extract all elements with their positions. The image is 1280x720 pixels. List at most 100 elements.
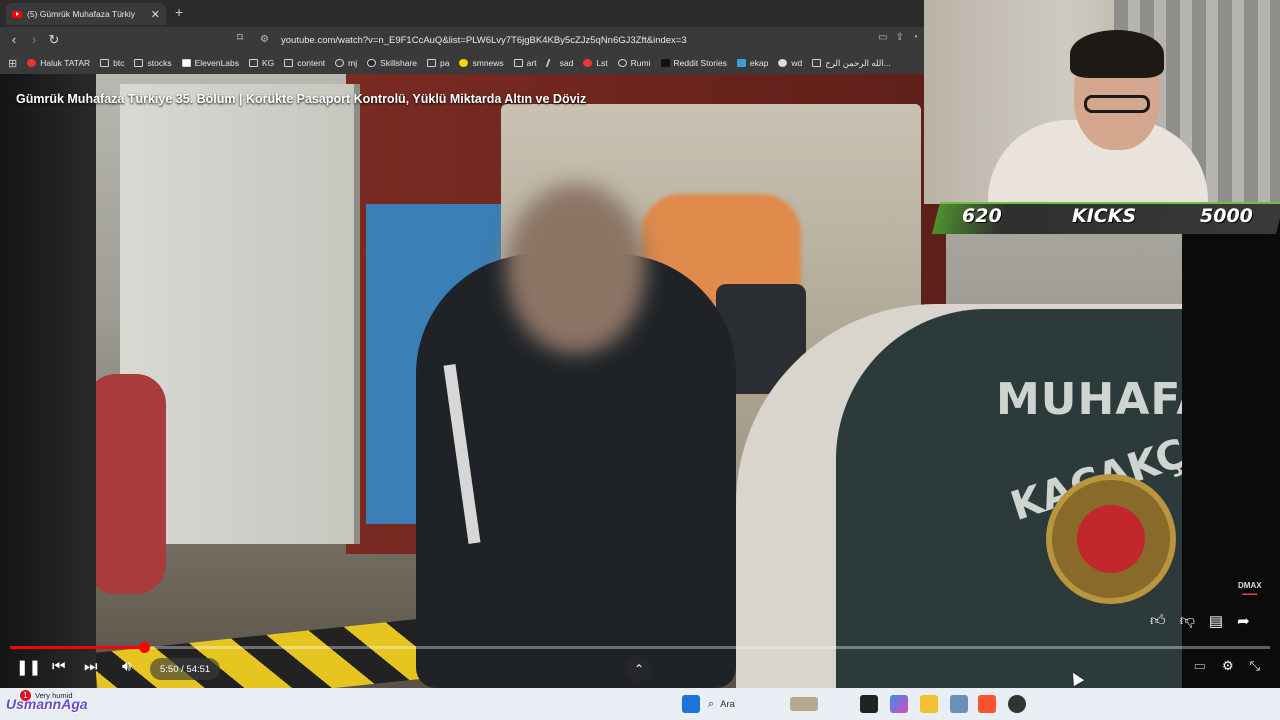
youtube-bookmark-icon <box>27 59 37 67</box>
scrubber-handle[interactable] <box>138 642 150 653</box>
bookmark-item[interactable]: content <box>284 58 325 68</box>
kicks-label: KICKS <box>1072 205 1137 227</box>
bookmark-item[interactable]: sad <box>545 58 573 68</box>
obs-icon[interactable] <box>1008 695 1026 713</box>
exit-fullscreen-icon[interactable]: ⤡ <box>1250 658 1260 674</box>
time-display: 5:50 / 54:51 <box>150 658 221 680</box>
file-explorer-icon[interactable] <box>920 695 938 713</box>
dislike-icon[interactable]: 👎︎ <box>1180 612 1195 630</box>
previous-icon[interactable]: ⏮︎ <box>52 658 66 675</box>
bookmark-item[interactable]: Skillshare <box>367 58 417 68</box>
bookmark-item[interactable]: KG <box>249 58 274 68</box>
username-overlay: UsmannAga <box>6 696 88 712</box>
bookmark-item[interactable]: Reddit Stories <box>660 58 727 68</box>
progress-bar[interactable] <box>10 642 1270 653</box>
next-icon[interactable]: ⏭︎ <box>84 658 98 675</box>
video-letterbox <box>0 74 96 688</box>
settings-icon[interactable]: ⚙ <box>1222 658 1234 674</box>
folder-icon <box>100 59 110 67</box>
tab-bar: (5) Gümrük Muhafaza Türkiye ✕ + <box>0 0 924 27</box>
slash-icon <box>545 59 558 67</box>
controls-right: ▭ ⚙ ⤡ <box>1194 658 1260 674</box>
feed-icon[interactable]: ◔ <box>912 32 918 43</box>
cast-icon[interactable]: ▭ <box>878 32 887 43</box>
tab-youtube[interactable]: (5) Gümrük Muhafaza Türkiye ✕ <box>6 3 166 25</box>
channel-watermark: DMAX ▬▬▬ <box>1238 581 1262 598</box>
forward-icon[interactable]: › <box>24 32 44 47</box>
close-icon[interactable]: ✕ <box>151 8 160 21</box>
blurred-face <box>506 184 646 354</box>
kicks-goal: 5000 <box>1200 205 1253 227</box>
webcam-overlay <box>924 0 1280 204</box>
share-icon[interactable]: ⇪ <box>896 32 904 43</box>
player-controls: ❚❚ ⏮︎ ⏭︎ 🔊︎ 5:50 / 54:51 ⌃ ▭ ⚙ ⤡ <box>0 654 1280 684</box>
taskbar: ⌕ Ara <box>0 688 1280 720</box>
subtitles-icon[interactable]: ▭ <box>1194 658 1206 674</box>
new-tab-button[interactable]: + <box>175 4 183 20</box>
vest-label-top: MUHAFAZ <box>996 374 1182 425</box>
comments-icon[interactable]: ▤ <box>1209 612 1223 630</box>
progress-played <box>10 646 144 649</box>
bookmark-item[interactable]: ekap <box>736 58 768 68</box>
bookmark-item[interactable]: Lst <box>583 58 608 68</box>
bookmark-item[interactable]: Haluk TATAR <box>27 58 90 68</box>
back-icon[interactable]: ‹ <box>4 32 24 47</box>
screen: (5) Gümrük Muhafaza Türkiye ✕ + ‹ › ↻ ⌑ … <box>0 0 1280 720</box>
github-icon <box>335 59 345 67</box>
search-icon: ⌕ <box>708 697 715 710</box>
customs-emblem <box>1046 474 1176 604</box>
folder-icon <box>427 59 437 67</box>
copilot-icon[interactable] <box>890 695 908 713</box>
nav-actions: ▭ ⇪ ◔ <box>878 32 918 43</box>
search-label: Ara <box>720 698 735 710</box>
tab-title: (5) Gümrük Muhafaza Türkiye <box>27 9 135 19</box>
nav-bar: ‹ › ↻ ⌑ ⚙ youtube.com/watch?v=n_E9F1CcAu… <box>0 27 924 52</box>
share-arrow-icon[interactable]: ➦ <box>1237 612 1250 630</box>
streamer-glasses <box>1084 95 1150 113</box>
reddit-stories-icon <box>660 59 670 67</box>
apps-grid-icon[interactable]: ⊞ <box>8 57 17 70</box>
bookmark-item[interactable]: btc <box>100 58 124 68</box>
wikipedia-icon <box>778 59 788 67</box>
folder-icon <box>284 59 294 67</box>
reload-icon[interactable]: ↻ <box>44 32 64 48</box>
address-bar[interactable]: ⚙ youtube.com/watch?v=n_E9F1CcAuQ&list=P… <box>255 31 917 49</box>
bookmark-item[interactable]: pa <box>427 58 449 68</box>
pause-icon[interactable]: ❚❚ <box>16 658 41 676</box>
folder-icon <box>134 59 144 67</box>
bystander <box>96 374 166 594</box>
flag-emblem <box>1077 505 1145 573</box>
chevron-up-icon[interactable]: ⌃ <box>626 656 652 682</box>
brave-browser-icon[interactable] <box>978 695 996 713</box>
bookmark-item[interactable]: wd <box>778 58 802 68</box>
bookmark-item[interactable]: Rumi <box>617 58 651 68</box>
site-settings-icon[interactable]: ⚙ <box>260 34 269 45</box>
bookmarks-bar: ⊞ Haluk TATAR btc stocks ElevenLabs KG c… <box>0 52 924 74</box>
folder-icon <box>249 59 258 67</box>
taskbar-search[interactable]: ⌕ Ara <box>708 694 818 714</box>
elevenlabs-icon <box>181 59 191 67</box>
ekap-icon <box>736 59 746 67</box>
watermark-subtext: ▬▬▬ <box>1242 591 1258 597</box>
bookmark-item[interactable]: الله الرحمن الرح... <box>812 58 891 69</box>
kicks-current: 620 <box>962 205 1002 227</box>
bookmark-item[interactable]: art <box>513 58 537 68</box>
bookmark-icon[interactable]: ⌑ <box>230 31 250 44</box>
lst-icon <box>583 59 593 67</box>
url-text: youtube.com/watch?v=n_E9F1CcAuQ&list=PLW… <box>281 34 687 46</box>
volume-icon[interactable]: 🔊︎ <box>122 658 131 675</box>
page-icon <box>812 59 822 67</box>
bookmark-item[interactable]: smnews <box>459 58 504 68</box>
bookmark-item[interactable]: ElevenLabs <box>181 58 239 68</box>
bookmark-item[interactable]: mj <box>335 58 357 68</box>
smnews-icon <box>459 59 469 67</box>
snipping-tool-icon[interactable] <box>950 695 968 713</box>
streamer-hair <box>1070 30 1164 78</box>
youtube-icon <box>12 10 22 18</box>
task-view-icon[interactable] <box>860 695 878 713</box>
video-title[interactable]: Gümrük Muhafaza Türkiye 35. Bölüm | Körü… <box>16 92 586 106</box>
start-icon[interactable] <box>682 695 700 713</box>
like-icon[interactable]: 👍︎ <box>1150 612 1166 630</box>
bookmark-item[interactable]: stocks <box>134 58 172 68</box>
globe-icon <box>617 59 627 67</box>
